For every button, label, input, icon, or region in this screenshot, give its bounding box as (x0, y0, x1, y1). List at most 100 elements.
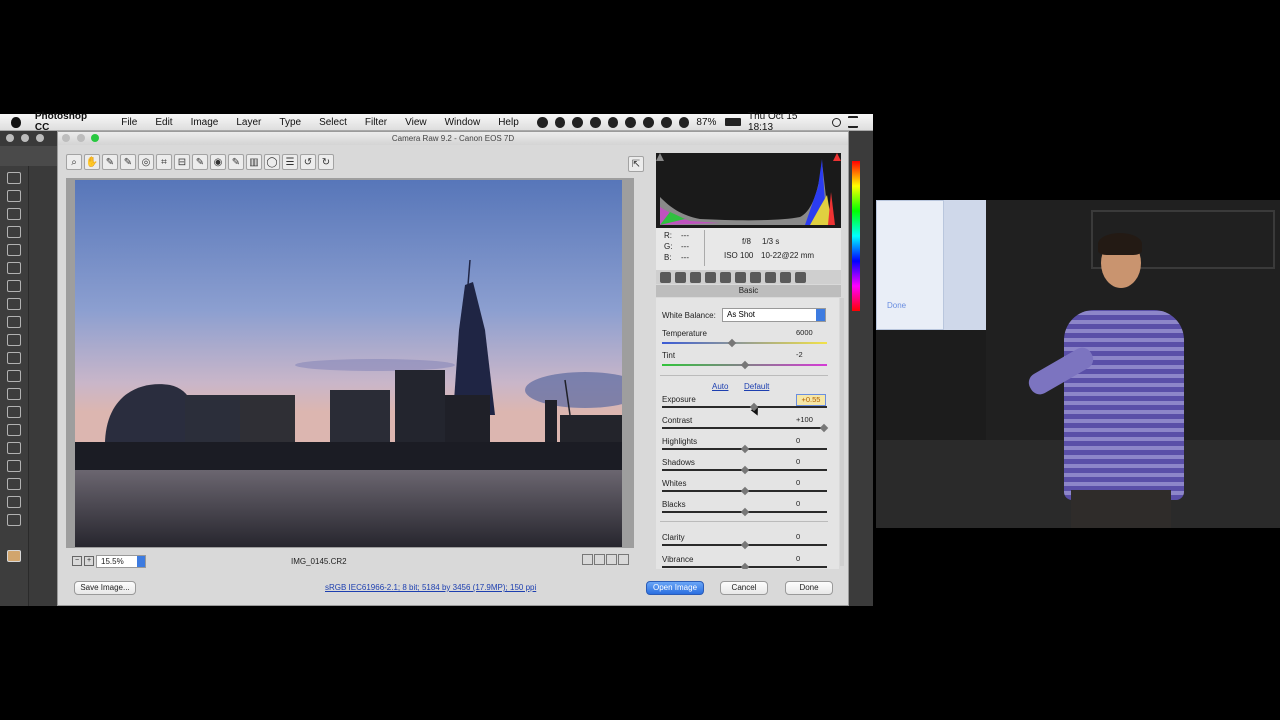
straighten-tool-icon[interactable]: ⊟ (174, 154, 190, 170)
contrast-slider-thumb[interactable] (819, 423, 829, 433)
detail-tab-icon[interactable] (690, 271, 701, 283)
exposure-value[interactable]: +0.55 (796, 394, 826, 406)
lens-corrections-tab-icon[interactable] (735, 271, 746, 283)
history-brush-tool-icon[interactable] (7, 334, 21, 346)
volume-icon[interactable] (678, 116, 690, 128)
basic-tab-icon[interactable] (660, 271, 671, 283)
blur-tool-icon[interactable] (7, 388, 21, 400)
targeted-adjustment-tool-icon[interactable]: ◎ (138, 154, 154, 170)
status-app-icon[interactable] (536, 116, 548, 128)
temperature-value[interactable]: 6000 (796, 328, 824, 338)
lasso-tool-icon[interactable] (7, 208, 21, 220)
foreground-color-swatch[interactable] (7, 550, 21, 562)
status-app-icon[interactable] (589, 116, 601, 128)
clarity-value[interactable]: 0 (796, 532, 824, 542)
hand-tool-icon[interactable] (7, 496, 21, 508)
swap-settings-icon[interactable] (594, 554, 605, 565)
effects-tab-icon[interactable] (750, 271, 761, 283)
menu-type[interactable]: Type (279, 117, 301, 128)
blacks-value[interactable]: 0 (796, 499, 824, 509)
swap-colors-icon[interactable] (7, 532, 21, 544)
vibrance-value[interactable]: 0 (796, 554, 824, 564)
spotlight-icon[interactable] (832, 117, 842, 127)
app-menu[interactable]: Photoshop CC (35, 111, 103, 133)
spot-removal-tool-icon[interactable]: ✎ (192, 154, 208, 170)
rotate-left-icon[interactable]: ↺ (300, 154, 316, 170)
menu-view[interactable]: View (405, 117, 427, 128)
type-tool-icon[interactable] (7, 442, 21, 454)
done-button[interactable]: Done (785, 581, 833, 595)
zoom-tool-icon[interactable] (7, 514, 21, 526)
gradient-tool-icon[interactable] (7, 370, 21, 382)
rotate-right-icon[interactable]: ↻ (318, 154, 334, 170)
apple-icon[interactable] (11, 116, 21, 128)
blacks-slider-thumb[interactable] (740, 507, 749, 517)
preferences-icon[interactable]: ☰ (282, 154, 298, 170)
graduated-filter-icon[interactable]: ▥ (246, 154, 262, 170)
radial-filter-icon[interactable]: ◯ (264, 154, 280, 170)
crop-tool-icon[interactable]: ⌗ (156, 154, 172, 170)
zoom-level-select[interactable]: 15.5% (96, 555, 146, 568)
notification-center-icon[interactable] (848, 116, 858, 128)
red-eye-tool-icon[interactable]: ◉ (210, 154, 226, 170)
clarity-slider-thumb[interactable] (740, 540, 749, 550)
stamp-tool-icon[interactable] (7, 316, 21, 328)
menu-edit[interactable]: Edit (155, 117, 172, 128)
temperature-slider[interactable] (662, 342, 827, 344)
snapshots-tab-icon[interactable] (795, 271, 806, 283)
eraser-tool-icon[interactable] (7, 352, 21, 364)
camera-calibration-tab-icon[interactable] (765, 271, 776, 283)
menu-filter[interactable]: Filter (365, 117, 387, 128)
default-link[interactable]: Default (744, 382, 769, 391)
highlights-value[interactable]: 0 (796, 436, 824, 446)
move-tool-icon[interactable] (7, 172, 21, 184)
contrast-slider[interactable] (662, 427, 827, 429)
ps-close-icon[interactable] (6, 134, 14, 142)
panel-scrollbar[interactable] (840, 298, 844, 566)
copy-settings-icon[interactable] (606, 554, 617, 565)
photo-preview[interactable] (75, 180, 622, 547)
dialog-close-icon[interactable] (62, 134, 70, 142)
save-image-button[interactable]: Save Image... (74, 581, 136, 595)
presets-tab-icon[interactable] (780, 271, 791, 283)
dialog-zoom-icon[interactable] (91, 134, 99, 142)
adjustment-brush-icon[interactable]: ✎ (228, 154, 244, 170)
pen-tool-icon[interactable] (7, 424, 21, 436)
healing-tool-icon[interactable] (7, 280, 21, 292)
zoom-in-icon[interactable]: + (84, 556, 94, 566)
highlights-slider-thumb[interactable] (740, 444, 749, 454)
whites-slider-thumb[interactable] (740, 486, 749, 496)
quick-select-tool-icon[interactable] (7, 226, 21, 238)
status-app-icon[interactable] (554, 116, 566, 128)
ps-minimize-icon[interactable] (21, 134, 29, 142)
menu-file[interactable]: File (121, 117, 137, 128)
hand-tool-icon[interactable]: ✋ (84, 154, 100, 170)
dropbox-icon[interactable] (607, 116, 619, 128)
status-app-icon[interactable] (625, 116, 637, 128)
temperature-slider-thumb[interactable] (727, 338, 737, 348)
cancel-button[interactable]: Cancel (720, 581, 768, 595)
color-ramp[interactable] (852, 161, 860, 311)
time-machine-icon[interactable] (643, 116, 654, 128)
eyedropper-tool-icon[interactable] (7, 262, 21, 274)
tone-curve-tab-icon[interactable] (675, 271, 686, 283)
menu-clock[interactable]: Thu Oct 15 18:13 (748, 111, 823, 133)
dialog-minimize-icon[interactable] (77, 134, 85, 142)
contrast-value[interactable]: +100 (796, 415, 824, 425)
zoom-tool-icon[interactable]: ⌕ (66, 154, 82, 170)
status-app-icon[interactable] (572, 116, 583, 128)
tint-value[interactable]: -2 (796, 350, 824, 360)
color-sampler-tool-icon[interactable]: ✎ (120, 154, 136, 170)
auto-link[interactable]: Auto (712, 382, 728, 391)
fullscreen-icon[interactable]: ⇱ (628, 156, 644, 172)
menu-layer[interactable]: Layer (236, 117, 261, 128)
shape-tool-icon[interactable] (7, 478, 21, 490)
exposure-slider[interactable] (662, 406, 827, 408)
shadows-value[interactable]: 0 (796, 457, 824, 467)
menu-help[interactable]: Help (498, 117, 519, 128)
crop-tool-icon[interactable] (7, 244, 21, 256)
split-toning-tab-icon[interactable] (720, 271, 731, 283)
path-select-tool-icon[interactable] (7, 460, 21, 472)
battery-icon[interactable] (725, 118, 742, 126)
before-after-icon[interactable] (582, 554, 593, 565)
